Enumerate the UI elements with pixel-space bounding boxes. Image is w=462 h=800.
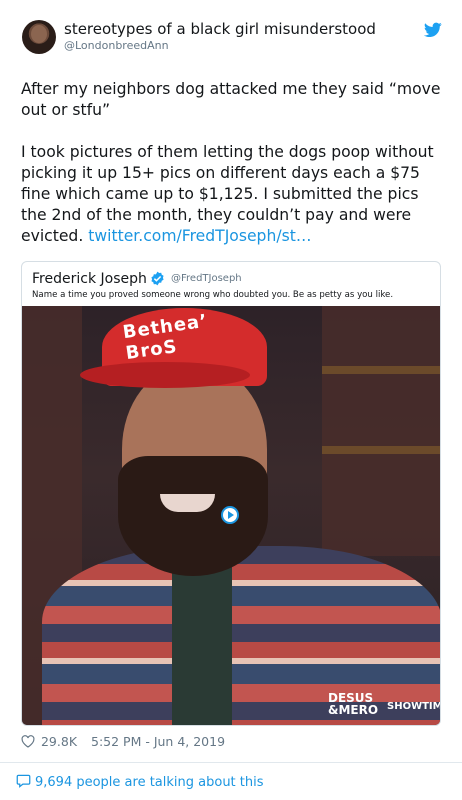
beard bbox=[118, 456, 268, 576]
conversation-count-text[interactable]: 9,694 people are talking about this bbox=[35, 775, 264, 790]
divider bbox=[0, 762, 462, 763]
play-icon[interactable] bbox=[221, 506, 239, 524]
tweet-header: stereotypes of a black girl misunderstoo… bbox=[0, 0, 462, 70]
quoted-author-name[interactable]: Frederick Joseph bbox=[32, 271, 147, 287]
tweet-paragraph: After my neighbors dog attacked me they … bbox=[21, 80, 441, 119]
author-display-name[interactable]: stereotypes of a black girl misunderstoo… bbox=[64, 20, 376, 38]
conversation-link[interactable]: 9,694 people are talking about this bbox=[16, 774, 264, 790]
cap-brim bbox=[80, 362, 250, 388]
comment-bubble-icon bbox=[16, 774, 31, 788]
background-shelf bbox=[322, 366, 440, 374]
tweet-body: After my neighbors dog attacked me they … bbox=[21, 79, 446, 268]
verified-badge-icon bbox=[151, 271, 164, 286]
quoted-tweet-text: Name a time you proved someone wrong who… bbox=[32, 290, 394, 300]
background-panel bbox=[322, 306, 440, 556]
like-count[interactable]: 29.8K bbox=[41, 734, 77, 749]
author-avatar[interactable] bbox=[22, 20, 56, 54]
tweet-paragraph: I took pictures of them letting the dogs… bbox=[21, 142, 446, 247]
quoted-author-handle[interactable]: @FredTJoseph bbox=[171, 273, 242, 284]
twitter-bird-icon[interactable] bbox=[424, 22, 442, 38]
tweet-timestamp[interactable]: 5:52 PM - Jun 4, 2019 bbox=[91, 734, 225, 749]
quoted-tweet-card[interactable]: Frederick Joseph @FredTJoseph Name a tim… bbox=[21, 261, 441, 726]
heart-icon[interactable] bbox=[21, 735, 35, 748]
show-watermark: DESUS &MERO bbox=[328, 691, 379, 717]
tweet-meta: 29.8K 5:52 PM - Jun 4, 2019 bbox=[21, 734, 225, 749]
network-watermark: SHOWTIME bbox=[387, 701, 440, 712]
jacket bbox=[42, 546, 440, 725]
shirt bbox=[172, 561, 232, 725]
quoted-video[interactable]: Bethea’ BroS DESUS &MERO SHOWTIME bbox=[22, 306, 440, 725]
tweet-link[interactable]: twitter.com/FredTJoseph/st… bbox=[88, 227, 311, 245]
background-shelf bbox=[322, 446, 440, 454]
author-handle[interactable]: @LondonbreedAnn bbox=[64, 39, 169, 52]
